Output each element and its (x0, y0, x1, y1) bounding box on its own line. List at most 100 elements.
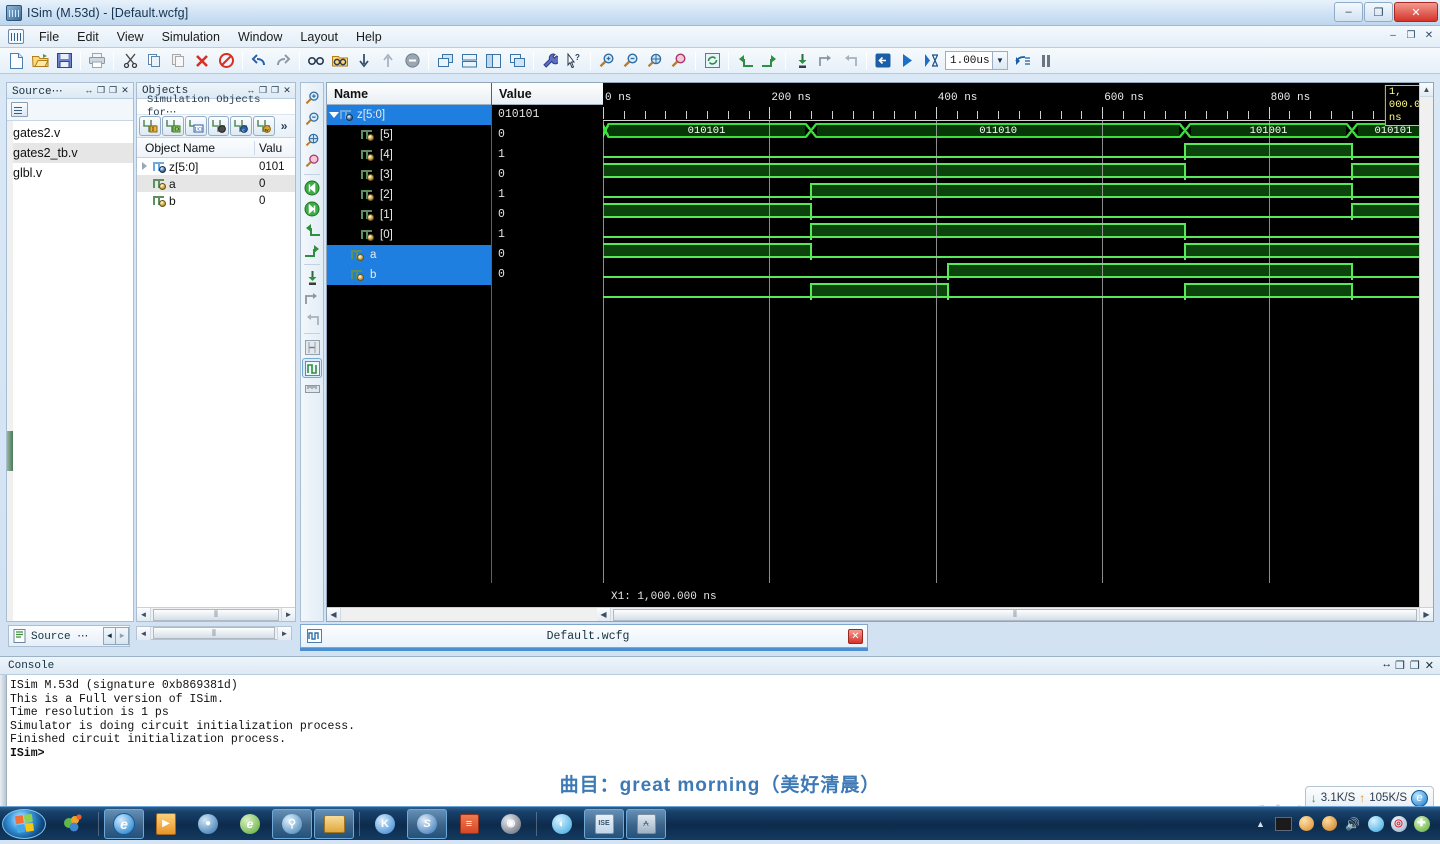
wcfg-document-tab[interactable]: Default.wcfg ✕ (300, 624, 868, 648)
print-icon[interactable] (86, 50, 108, 72)
run-for-time-icon[interactable] (920, 50, 942, 72)
run-icon[interactable] (896, 50, 918, 72)
scroll-left-icon[interactable]: ◄ (137, 626, 151, 640)
tile-horizontal-icon[interactable] (458, 50, 480, 72)
add-marker-icon[interactable] (302, 268, 322, 288)
taskbar-item-browser[interactable]: ● (188, 809, 228, 839)
cascade-icon[interactable] (506, 50, 528, 72)
marker-icon[interactable] (791, 50, 813, 72)
forward-snap-icon[interactable] (758, 50, 780, 72)
objects-tab-scrollbar[interactable]: ◄ ⦀ ► (136, 626, 292, 640)
console-tray-icon[interactable] (1275, 815, 1292, 832)
taskbar-item-film[interactable]: ◉ (491, 809, 531, 839)
zoom-out-icon[interactable] (620, 50, 642, 72)
open-folder-icon[interactable] (29, 50, 51, 72)
chevron-down-icon[interactable]: ▼ (992, 52, 1007, 69)
filter-inout-icon[interactable]: I/O (184, 116, 207, 136)
waveform-row-z4[interactable]: [4] (327, 145, 491, 165)
source-tab[interactable]: Source ⋯ ◄ ► (8, 625, 130, 647)
minimize-button[interactable]: – (1334, 2, 1363, 22)
menu-view[interactable]: View (108, 28, 153, 46)
mdi-close-button[interactable]: ✕ (1421, 27, 1437, 43)
toggle-wave-icon[interactable] (302, 358, 322, 378)
taskbar-item-sogou[interactable]: S (407, 808, 447, 839)
waveform-time-ruler[interactable]: 0 ns 200 ns 400 ns 600 ns 800 ns (603, 83, 1433, 121)
back-snap-icon[interactable] (734, 50, 756, 72)
copy-icon[interactable] (143, 50, 165, 72)
objects-scroll-thumb[interactable]: ⦀ (153, 608, 279, 621)
network-icon[interactable]: ◎ (1390, 815, 1407, 832)
waveform-row-z1[interactable]: [1] (327, 205, 491, 225)
wave-scroll-right-icon[interactable]: ▶ (1419, 608, 1433, 621)
qq-browser-tray-icon[interactable] (1367, 815, 1384, 832)
next-marker-icon[interactable] (302, 310, 322, 330)
start-button[interactable] (2, 808, 46, 839)
redo-icon[interactable] (272, 50, 294, 72)
filter-output-icon[interactable]: O (161, 116, 184, 136)
security-icon[interactable]: ✚ (1413, 815, 1430, 832)
waveform-row-z5[interactable]: [5] (327, 125, 491, 145)
go-to-end-icon[interactable] (302, 199, 322, 219)
context-help-icon[interactable]: ? (563, 50, 585, 72)
source-file-glblv[interactable]: glbl.v (7, 163, 133, 183)
qq-penguin-icon[interactable] (1298, 815, 1315, 832)
delete-icon[interactable] (191, 50, 213, 72)
zoom-in-icon[interactable] (596, 50, 618, 72)
waveform-row-a[interactable]: a (327, 245, 491, 265)
cut-icon[interactable] (119, 50, 141, 72)
taskbar-item-qq-browser[interactable]: ◐ (542, 809, 582, 839)
qq-penguin-2-icon[interactable] (1321, 815, 1338, 832)
objects-tab-scroll-thumb[interactable]: ⦀ (153, 627, 275, 639)
source-properties-icon[interactable] (11, 102, 28, 117)
taskbar-item-file-explorer[interactable] (314, 808, 354, 839)
filter-internal-icon[interactable] (207, 116, 230, 136)
waveform-vscrollbar[interactable]: ▲ (1419, 83, 1433, 607)
zoom-full-view-icon[interactable] (302, 130, 322, 150)
pause-icon[interactable] (1035, 50, 1057, 72)
menu-edit[interactable]: Edit (68, 28, 108, 46)
mdi-restore-button[interactable]: ❐ (1403, 27, 1419, 43)
taskbar-item-isim[interactable]: ⩜ (626, 808, 666, 839)
wave-scroll-left-2-icon[interactable]: ◀ (597, 608, 611, 621)
wave-scroll-left-icon[interactable]: ◀ (327, 608, 341, 621)
scroll-right-icon[interactable]: ► (281, 608, 295, 621)
source-panel-dock-icon[interactable]: ↔ (83, 85, 95, 97)
objects-panel-hscrollbar[interactable]: ◄ ⦀ ► (137, 607, 295, 621)
waveform-row-z0[interactable]: [0] (327, 225, 491, 245)
stop-icon[interactable] (401, 50, 423, 72)
taskbar-item-media-player[interactable]: ▶ (146, 809, 186, 839)
internet-explorer-icon[interactable]: e (1411, 789, 1428, 807)
menu-window[interactable]: Window (229, 28, 291, 46)
maximize-button[interactable]: ❐ (1364, 2, 1393, 22)
taskbar-item-search[interactable]: ⚲ (272, 808, 312, 839)
zoom-fit-icon[interactable] (644, 50, 666, 72)
zoom-in-icon[interactable] (302, 88, 322, 108)
wcfg-tab-close-icon[interactable]: ✕ (848, 628, 863, 644)
menu-help[interactable]: Help (347, 28, 391, 46)
filter-wire-icon[interactable]: w (253, 116, 276, 136)
next-transition-icon[interactable] (839, 50, 861, 72)
prev-transition-icon[interactable] (815, 50, 837, 72)
console-float-icon[interactable]: ❐ (1410, 659, 1420, 673)
ruler-icon[interactable] (302, 379, 322, 399)
tile-windows-icon[interactable] (434, 50, 456, 72)
objects-row-z[interactable]: z[5:0] 0101 (137, 158, 295, 175)
taskbar-item-green-browser[interactable]: e (230, 809, 270, 839)
objects-row-b[interactable]: b 0 (137, 192, 295, 209)
tile-vertical-icon[interactable] (482, 50, 504, 72)
taskbar-item-ise[interactable]: ISE (584, 808, 624, 839)
scroll-left-icon[interactable]: ◄ (137, 608, 151, 621)
run-time-combobox[interactable]: 1.00us ▼ (945, 51, 1008, 70)
snap-to-previous-icon[interactable] (302, 220, 322, 240)
filter-constant-icon[interactable]: c (230, 116, 253, 136)
waveform-hscrollbar[interactable]: ◀ ◀ ⦀ ▶ (327, 607, 1433, 621)
taskbar-item-internet-explorer[interactable]: e (104, 808, 144, 839)
find-in-files-icon[interactable] (329, 50, 351, 72)
console-output[interactable]: ISim M.53d (signature 0xb869381d) This i… (0, 675, 1440, 760)
paste-icon[interactable] (167, 50, 189, 72)
source-file-gates2v[interactable]: gates2.v (7, 123, 133, 143)
up-arrow-icon[interactable] (377, 50, 399, 72)
save-icon[interactable] (53, 50, 75, 72)
waveform-row-b[interactable]: b (327, 265, 491, 285)
show-desktop-icon[interactable] (53, 809, 93, 839)
